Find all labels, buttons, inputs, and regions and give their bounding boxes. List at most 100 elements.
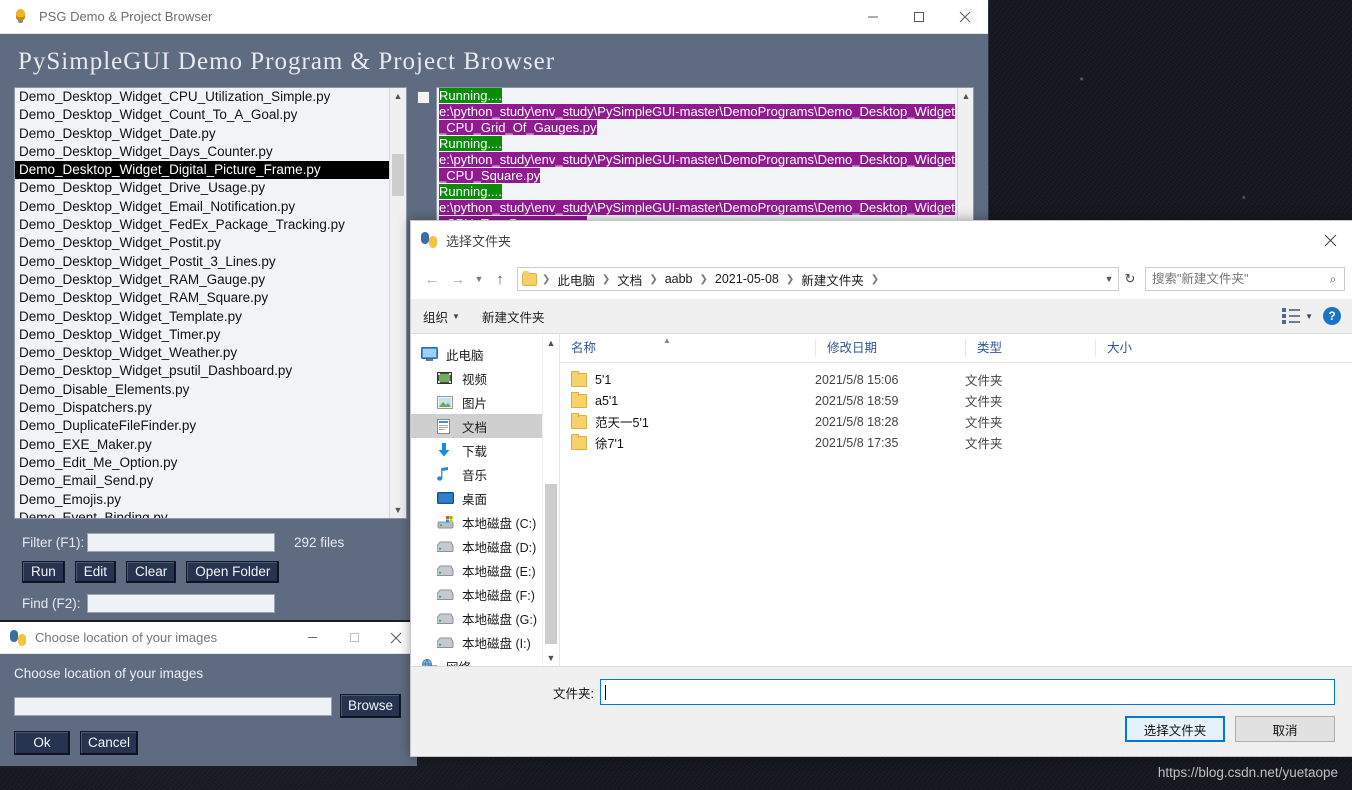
breadcrumb-item[interactable]: 此电脑 <box>555 270 597 289</box>
location-input[interactable] <box>14 696 332 716</box>
table-row[interactable]: a5'1 2021/5/8 18:59 文件夹 <box>560 390 1352 411</box>
table-row[interactable]: 徐7'1 2021/5/8 17:35 文件夹 <box>560 432 1352 453</box>
minimize-icon[interactable] <box>291 622 333 653</box>
list-item[interactable]: Demo_Edit_Me_Option.py <box>15 454 390 472</box>
list-item[interactable]: Demo_Desktop_Widget_Date.py <box>15 125 390 143</box>
list-item[interactable]: Demo_Event_Binding.py <box>15 509 390 518</box>
list-item[interactable]: Demo_Desktop_Widget_Postit.py <box>15 234 390 252</box>
sidebar-item-5[interactable]: 音乐 <box>411 462 543 486</box>
list-item[interactable]: Demo_Desktop_Widget_Drive_Usage.py <box>15 179 390 197</box>
folder-dialog-titlebar[interactable]: 选择文件夹 <box>411 221 1352 259</box>
scroll-up-icon[interactable]: ▲ <box>543 334 559 351</box>
scroll-up-icon[interactable]: ▲ <box>390 88 406 104</box>
search-icon[interactable]: ⌕ <box>1322 272 1344 287</box>
list-item[interactable]: Demo_Dispatchers.py <box>15 399 390 417</box>
cancel-button[interactable]: Cancel <box>80 731 138 755</box>
demo-file-listbox[interactable]: Demo_Desktop_Widget_CPU_Utilization_Simp… <box>14 87 407 519</box>
list-item[interactable]: Demo_Desktop_Widget_Email_Notification.p… <box>15 198 390 216</box>
list-item[interactable]: Demo_Desktop_Widget_Postit_3_Lines.py <box>15 253 390 271</box>
refresh-icon[interactable]: ↻ <box>1119 271 1141 287</box>
column-header-name[interactable]: 名称 <box>560 339 815 357</box>
sidebar-scrollbar[interactable]: ▲ ▼ <box>542 334 559 666</box>
sidebar-item-7[interactable]: 本地磁盘 (C:) <box>411 510 543 534</box>
search-input[interactable] <box>1146 271 1322 287</box>
close-icon[interactable] <box>1307 221 1352 259</box>
sidebar-item-12[interactable]: 本地磁盘 (I:) <box>411 630 543 654</box>
list-item[interactable]: Demo_Desktop_Widget_Timer.py <box>15 326 390 344</box>
scrollbar-thumb[interactable] <box>545 484 557 644</box>
browse-button[interactable]: Browse <box>340 694 402 718</box>
scrollbar-thumb[interactable] <box>392 154 404 196</box>
sidebar-item-3[interactable]: 文档 <box>411 414 543 438</box>
listbox-scrollbar[interactable]: ▲ ▼ <box>389 88 406 518</box>
choose-dialog-titlebar[interactable]: Choose location of your images <box>0 622 417 654</box>
column-header-date[interactable]: 修改日期 <box>815 339 965 357</box>
scroll-down-icon[interactable]: ▼ <box>390 502 406 518</box>
table-row[interactable]: 范天一5'1 2021/5/8 18:28 文件夹 <box>560 411 1352 432</box>
maximize-icon[interactable] <box>896 0 942 33</box>
cancel-button[interactable]: 取消 <box>1235 716 1335 742</box>
recent-locations-icon[interactable]: ▼ <box>471 266 487 292</box>
edit-button[interactable]: Edit <box>74 561 117 583</box>
forward-arrow-icon[interactable]: → <box>445 266 471 292</box>
list-item[interactable]: Demo_Desktop_Widget_RAM_Gauge.py <box>15 271 390 289</box>
minimize-icon[interactable] <box>850 0 896 33</box>
help-icon[interactable]: ? <box>1323 307 1341 325</box>
sidebar-item-10[interactable]: 本地磁盘 (F:) <box>411 582 543 606</box>
breadcrumb-item[interactable]: aabb <box>663 272 695 286</box>
list-item[interactable]: Demo_Desktop_Widget_FedEx_Package_Tracki… <box>15 216 390 234</box>
list-item[interactable]: Demo_Desktop_Widget_Template.py <box>15 308 390 326</box>
sidebar-item-13[interactable]: 网络 <box>411 654 543 666</box>
list-item[interactable]: Demo_Emojis.py <box>15 491 390 509</box>
chevron-down-icon[interactable]: ▼ <box>1100 274 1118 284</box>
list-item[interactable]: Demo_Desktop_Widget_Weather.py <box>15 344 390 362</box>
sidebar-item-11[interactable]: 本地磁盘 (G:) <box>411 606 543 630</box>
breadcrumb-item[interactable]: 2021-05-08 <box>713 272 781 286</box>
breadcrumb[interactable]: ❯ 此电脑 ❯ 文档 ❯ aabb ❯ 2021-05-08 ❯ 新建文件夹 ❯ ▼ <box>517 267 1119 291</box>
organize-button[interactable]: 组织 ▼ <box>423 307 460 326</box>
close-icon[interactable] <box>942 0 988 33</box>
verbose-checkbox[interactable] <box>417 91 430 104</box>
list-item[interactable]: Demo_Desktop_Widget_CPU_Utilization_Simp… <box>15 88 390 106</box>
scroll-down-icon[interactable]: ▼ <box>543 649 559 666</box>
output-multiline[interactable]: Running.... e:\python_study\env_study\PyS… <box>436 87 974 232</box>
open-folder-button[interactable]: Open Folder <box>186 561 280 583</box>
up-arrow-icon[interactable]: ↑ <box>487 266 513 292</box>
new-folder-button[interactable]: 新建文件夹 <box>482 307 545 326</box>
psg-titlebar[interactable]: PSG Demo & Project Browser <box>0 0 988 34</box>
output-scrollbar[interactable]: ▲ <box>957 88 973 231</box>
list-item[interactable]: Demo_Disable_Elements.py <box>15 381 390 399</box>
column-header-size[interactable]: 大小 <box>1095 339 1175 357</box>
table-row[interactable]: 5'1 2021/5/8 15:06 文件夹 <box>560 369 1352 390</box>
maximize-icon[interactable] <box>333 622 375 653</box>
breadcrumb-item[interactable]: 文档 <box>615 270 644 289</box>
list-item[interactable]: Demo_EXE_Maker.py <box>15 436 390 454</box>
find-input[interactable] <box>87 594 275 613</box>
filter-input[interactable] <box>87 533 275 552</box>
folder-name-input[interactable] <box>600 679 1335 705</box>
sidebar-item-2[interactable]: 图片 <box>411 390 543 414</box>
select-folder-button[interactable]: 选择文件夹 <box>1125 716 1225 742</box>
column-header-type[interactable]: 类型 <box>965 339 1095 357</box>
list-item[interactable]: Demo_Desktop_Widget_Digital_Picture_Fram… <box>15 161 390 180</box>
list-item[interactable]: Demo_DuplicateFileFinder.py <box>15 417 390 435</box>
list-item[interactable]: Demo_Desktop_Widget_Count_To_A_Goal.py <box>15 106 390 124</box>
scroll-up-icon[interactable]: ▲ <box>958 88 973 104</box>
sidebar-item-1[interactable]: 视频 <box>411 366 543 390</box>
sidebar-item-9[interactable]: 本地磁盘 (E:) <box>411 558 543 582</box>
sidebar-item-0[interactable]: 此电脑 <box>411 342 543 366</box>
sidebar-item-4[interactable]: 下载 <box>411 438 543 462</box>
search-box[interactable]: ⌕ <box>1145 267 1345 291</box>
list-item[interactable]: Demo_Email_Send.py <box>15 472 390 490</box>
sidebar-item-8[interactable]: 本地磁盘 (D:) <box>411 534 543 558</box>
run-button[interactable]: Run <box>22 561 65 583</box>
ok-button[interactable]: Ok <box>14 731 70 755</box>
breadcrumb-item[interactable]: 新建文件夹 <box>799 270 866 289</box>
sidebar-item-6[interactable]: 桌面 <box>411 486 543 510</box>
view-list-icon[interactable]: ▼ <box>1282 308 1313 324</box>
clear-button[interactable]: Clear <box>126 561 177 583</box>
list-item[interactable]: Demo_Desktop_Widget_Days_Counter.py <box>15 143 390 161</box>
list-item[interactable]: Demo_Desktop_Widget_psutil_Dashboard.py <box>15 362 390 380</box>
back-arrow-icon[interactable]: ← <box>419 266 445 292</box>
list-item[interactable]: Demo_Desktop_Widget_RAM_Square.py <box>15 289 390 307</box>
